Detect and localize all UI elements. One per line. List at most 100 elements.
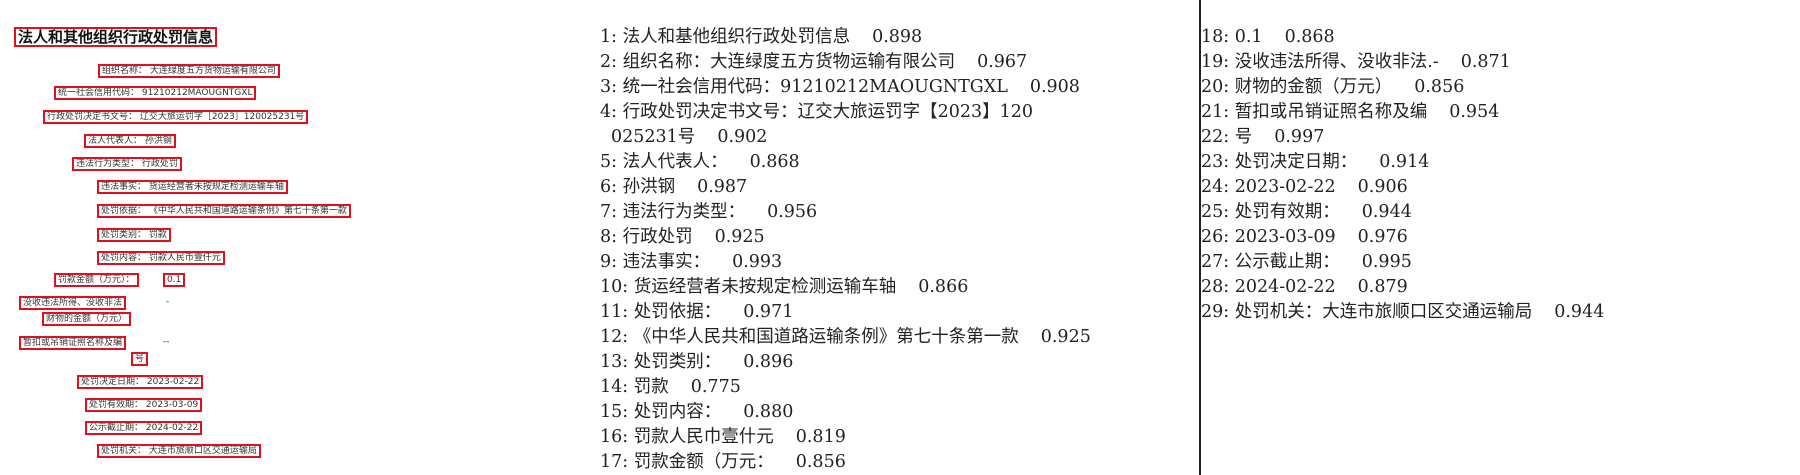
ocr-result-text: 22: 号 [1201, 127, 1253, 147]
ocr-confidence-score: 0.995 [1361, 252, 1412, 272]
ocr-result-line: 12: 《中华人民共和国道路运输条例》第七十条第一款 0.925 [600, 325, 1091, 350]
ocr-result-line: 29: 处罚机关：大连市旅顺口区交通运输局 0.944 [1201, 300, 1604, 325]
document-title: 法人和其他组织行政处罚信息 [14, 27, 218, 47]
ocr-result-line: 2: 组织名称：大连绿度五方货物运输有限公司 0.967 [600, 50, 1091, 75]
ocr-confidence-score: 0.775 [690, 377, 741, 397]
ocr-result-line: 23: 处罚决定日期： 0.914 [1201, 150, 1604, 175]
ocr-confidence-score: 0.954 [1449, 102, 1500, 122]
field-authority: 处罚机关： 大连市旅顺口区交通运输局 [97, 444, 261, 458]
field-decision-date: 处罚决定日期： 2023-02-22 [77, 375, 204, 389]
field-basis: 处罚依据： 《中华人民共和国道路运输条例》第七十条第一款 [97, 204, 351, 218]
ocr-result-text: 25: 处罚有效期： [1201, 202, 1340, 222]
ocr-result-text: 19: 没收违法所得、没收非法.- [1201, 52, 1439, 72]
ocr-result-line: 8: 行政处罚 0.925 [600, 225, 1091, 250]
ocr-result-text: 16: 罚款人民巾壹什元 [600, 427, 774, 447]
ocr-result-line: 13: 处罚类别： 0.896 [600, 350, 1091, 375]
ocr-result-text: 7: 违法行为类型： [600, 202, 746, 222]
ocr-result-line: 6: 孙洪钢 0.987 [600, 175, 1091, 200]
field-fine-amount-label: 罚款金额（万元）： [54, 273, 139, 287]
ocr-result-line: 14: 罚款 0.775 [600, 375, 1091, 400]
ocr-result-text: 1: 法人和基他组织行政处罚信息 [600, 27, 851, 47]
ocr-result-line: 16: 罚款人民巾壹什元 0.819 [600, 425, 1091, 450]
ocr-result-line: 15: 处罚内容： 0.880 [600, 400, 1091, 425]
ocr-result-text: 13: 处罚类别： [600, 352, 722, 372]
field-license-suffix: 号 [131, 352, 149, 366]
ocr-result-line: 26: 2023-03-09 0.976 [1201, 225, 1604, 250]
ocr-confidence-score: 0.866 [918, 277, 969, 297]
ocr-result-text: 3: 统一社会信用代码：91210212MAOUGNTGXL [600, 77, 1008, 97]
ocr-confidence-score: 0.976 [1357, 227, 1408, 247]
ocr-confidence-score: 0.902 [717, 127, 768, 147]
ocr-confidence-score: 0.956 [767, 202, 818, 222]
ocr-result-text: 24: 2023-02-22 [1201, 177, 1336, 197]
ocr-result-text: 20: 财物的金额（万元） [1201, 77, 1393, 97]
field-confiscation-value: - [166, 297, 170, 307]
ocr-result-line: 3: 统一社会信用代码：91210212MAOUGNTGXL 0.908 [600, 75, 1091, 100]
ocr-result-text: 23: 处罚决定日期： [1201, 152, 1358, 172]
ocr-result-text: 6: 孙洪钢 [600, 177, 676, 197]
ocr-result-line: 24: 2023-02-22 0.906 [1201, 175, 1604, 200]
ocr-result-line: 19: 没收违法所得、没收非法.- 0.871 [1201, 50, 1604, 75]
ocr-confidence-score: 0.925 [1040, 327, 1091, 347]
ocr-result-text: 11: 处罚依据： [600, 302, 722, 322]
ocr-result-line: 1: 法人和基他组织行政处罚信息 0.898 [600, 25, 1091, 50]
field-publish-until: 公示截止期： 2024-02-22 [85, 421, 203, 435]
ocr-result-text: 21: 暂扣或吊销证照名称及编 [1201, 102, 1428, 122]
field-violation-type: 违法行为类型： 行政处罚 [72, 157, 182, 171]
ocr-result-line: 20: 财物的金额（万元） 0.856 [1201, 75, 1604, 100]
ocr-confidence-score: 0.819 [795, 427, 846, 447]
ocr-results-column-1: 1: 法人和基他组织行政处罚信息 0.898 2: 组织名称：大连绿度五方货物运输有… [590, 0, 1200, 475]
ocr-result-text: 14: 罚款 [600, 377, 669, 397]
ocr-result-line: 5: 法人代表人： 0.868 [600, 150, 1091, 175]
ocr-result-text: 8: 行政处罚 [600, 227, 693, 247]
ocr-result-line: 11: 处罚依据： 0.971 [600, 300, 1091, 325]
ocr-result-text: 025231号 [611, 127, 696, 147]
ocr-confidence-score: 0.993 [732, 252, 783, 272]
ocr-result-text: 28: 2024-02-22 [1201, 277, 1336, 297]
ocr-confidence-score: 0.967 [977, 52, 1028, 72]
field-confiscation-label: 没收违法所得、没收非法 [19, 296, 127, 310]
ocr-result-text: 5: 法人代表人： [600, 152, 728, 172]
ocr-result-line: 17: 罚款金额（万元： 0.856 [600, 450, 1091, 475]
source-document-panel: 法人和其他组织行政处罚信息 组织名称： 大连绿度五方货物运输有限公司 统一社会信… [0, 0, 590, 475]
ocr-confidence-score: 0.871 [1460, 52, 1511, 72]
ocr-confidence-score: 0.880 [743, 402, 794, 422]
ocr-result-line: 9: 违法事实： 0.993 [600, 250, 1091, 275]
ocr-result-line: 27: 公示截止期： 0.995 [1201, 250, 1604, 275]
field-category: 处罚类别： 罚款 [97, 228, 171, 242]
ocr-confidence-score: 0.868 [749, 152, 800, 172]
ocr-result-text: 26: 2023-03-09 [1201, 227, 1336, 247]
ocr-confidence-score: 0.944 [1554, 302, 1605, 322]
ocr-result-text: 15: 处罚内容： [600, 402, 722, 422]
field-org-name: 组织名称： 大连绿度五方货物运输有限公司 [98, 64, 280, 78]
ocr-confidence-score: 0.856 [1414, 77, 1465, 97]
ocr-results-column-2: 18: 0.1 0.868 19: 没收违法所得、没收非法.- 0.871 20: 财物… [1201, 0, 1800, 475]
ocr-result-text: 27: 公示截止期： [1201, 252, 1340, 272]
ocr-confidence-score: 0.971 [743, 302, 794, 322]
ocr-confidence-score: 0.906 [1357, 177, 1408, 197]
ocr-results-list: 1: 法人和基他组织行政处罚信息 0.898 2: 组织名称：大连绿度五方货物运输有… [600, 25, 1091, 475]
ocr-confidence-score: 0.987 [697, 177, 748, 197]
ocr-result-text: 10: 货运经营者未按规定检测运输车轴 [600, 277, 897, 297]
field-fine-amount-value: 0.1 [163, 273, 186, 287]
ocr-confidence-score: 0.925 [714, 227, 765, 247]
ocr-result-text: 12: 《中华人民共和国道路运输条例》第七十条第一款 [600, 327, 1019, 347]
ocr-confidence-score: 0.896 [743, 352, 794, 372]
ocr-result-text: 17: 罚款金额（万元： [600, 452, 774, 472]
field-valid-until: 处罚有效期： 2023-03-09 [85, 398, 203, 412]
ocr-result-text: 2: 组织名称：大连绿度五方货物运输有限公司 [600, 52, 956, 72]
field-license-label: 暂扣或吊销证照名称及编 [19, 336, 127, 350]
field-facts: 违法事实： 货运经营者未按规定检测运输车轴 [97, 180, 288, 194]
ocr-result-line: 025231号 0.902 [600, 125, 1091, 150]
ocr-result-line: 25: 处罚有效期： 0.944 [1201, 200, 1604, 225]
ocr-confidence-score: 0.944 [1361, 202, 1412, 222]
field-license-value: -- [163, 337, 170, 347]
field-decision-no: 行政处罚决定书文号： 辽交大旅运罚字［2023］120025231号 [43, 110, 309, 124]
field-property-label: 财物的金额（万元） [42, 312, 132, 326]
ocr-result-line: 21: 暂扣或吊销证照名称及编 0.954 [1201, 100, 1604, 125]
ocr-confidence-score: 0.856 [795, 452, 846, 472]
ocr-confidence-score: 0.868 [1284, 27, 1335, 47]
field-credit-code: 统一社会信用代码： 91210212MAOUGNTGXL [54, 86, 257, 100]
ocr-confidence-score: 0.898 [872, 27, 923, 47]
ocr-result-line: 18: 0.1 0.868 [1201, 25, 1604, 50]
